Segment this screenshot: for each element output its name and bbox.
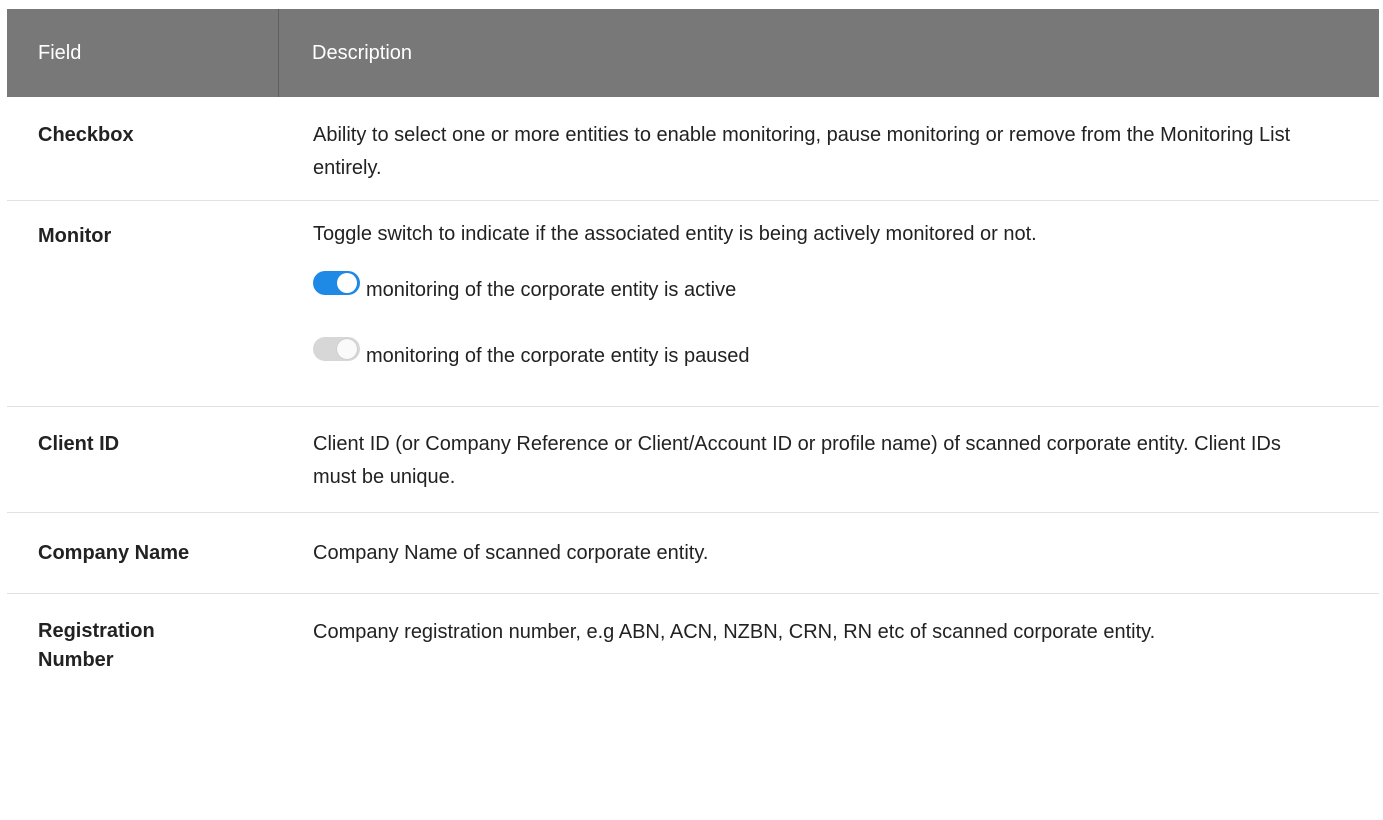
field-description-checkbox: Ability to select one or more entities t… — [313, 124, 1291, 179]
table-row-registration-number: Registration Number Company registration… — [7, 594, 1379, 704]
toggle-active-text: monitoring of the corporate entity is ac… — [366, 278, 737, 301]
toggle-example-paused: monitoring of the corporate entity is pa… — [313, 337, 1329, 373]
field-description-company-name: Company Name of scanned corporate entity… — [313, 542, 709, 564]
field-description-registration-number: Company registration number, e.g ABN, AC… — [313, 621, 1156, 643]
column-header-field: Field — [7, 9, 279, 97]
field-name-checkbox: Checkbox — [38, 124, 134, 146]
field-name-client-id: Client ID — [38, 433, 120, 455]
fields-table: Field Description Checkbox Ability to se… — [7, 9, 1379, 704]
table-row-company-name: Company Name Company Name of scanned cor… — [7, 513, 1379, 594]
table-row-checkbox: Checkbox Ability to select one or more e… — [7, 97, 1379, 201]
toggle-paused-text: monitoring of the corporate entity is pa… — [366, 344, 750, 367]
table-row-client-id: Client ID Client ID (or Company Referenc… — [7, 407, 1379, 513]
field-description-monitor: Toggle switch to indicate if the associa… — [313, 223, 1037, 245]
field-name-registration-line1: Registration — [38, 620, 155, 642]
field-description-client-id: Client ID (or Company Reference or Clien… — [313, 433, 1281, 488]
table-row-monitor: Monitor Toggle switch to indicate if the… — [7, 201, 1379, 407]
field-name-registration-line2: Number — [38, 649, 114, 671]
field-name-monitor: Monitor — [38, 225, 112, 247]
field-name-registration-number: Registration Number — [7, 616, 279, 704]
field-description-monitor-cell: Toggle switch to indicate if the associa… — [279, 218, 1379, 406]
column-header-description: Description — [312, 41, 413, 64]
toggle-example-active: monitoring of the corporate entity is ac… — [313, 271, 1329, 307]
field-name-company-name: Company Name — [38, 542, 190, 564]
toggle-off-icon — [313, 337, 360, 361]
toggle-on-icon — [313, 271, 360, 295]
table-header: Field Description — [7, 9, 1379, 97]
